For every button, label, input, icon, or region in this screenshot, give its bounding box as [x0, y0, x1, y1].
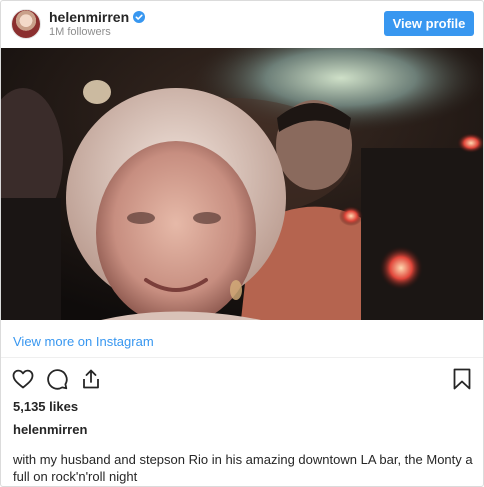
heart-icon[interactable] — [11, 367, 35, 391]
comment-icon[interactable] — [45, 367, 69, 391]
post-header: helenmirren 1M followers View profile — [1, 1, 483, 47]
action-bar — [11, 367, 103, 391]
instagram-embed: helenmirren 1M followers View profile Vi… — [0, 0, 484, 487]
post-photo[interactable] — [1, 48, 483, 320]
photo-image — [1, 48, 483, 320]
post-caption: with my husband and stepson Rio in his a… — [13, 452, 473, 484]
view-profile-button[interactable]: View profile — [384, 11, 474, 36]
verified-badge-icon — [133, 11, 146, 23]
username-link[interactable]: helenmirren — [49, 9, 129, 25]
divider — [1, 357, 483, 358]
view-more-link[interactable]: View more on Instagram — [13, 334, 154, 349]
follower-count: 1M followers — [49, 26, 111, 38]
username-row: helenmirren — [49, 9, 146, 25]
like-count[interactable]: 5,135 likes — [13, 399, 78, 414]
caption-username[interactable]: helenmirren — [13, 422, 87, 437]
share-icon[interactable] — [79, 367, 103, 391]
profile-avatar[interactable] — [11, 9, 41, 39]
bookmark-icon[interactable] — [452, 367, 472, 391]
